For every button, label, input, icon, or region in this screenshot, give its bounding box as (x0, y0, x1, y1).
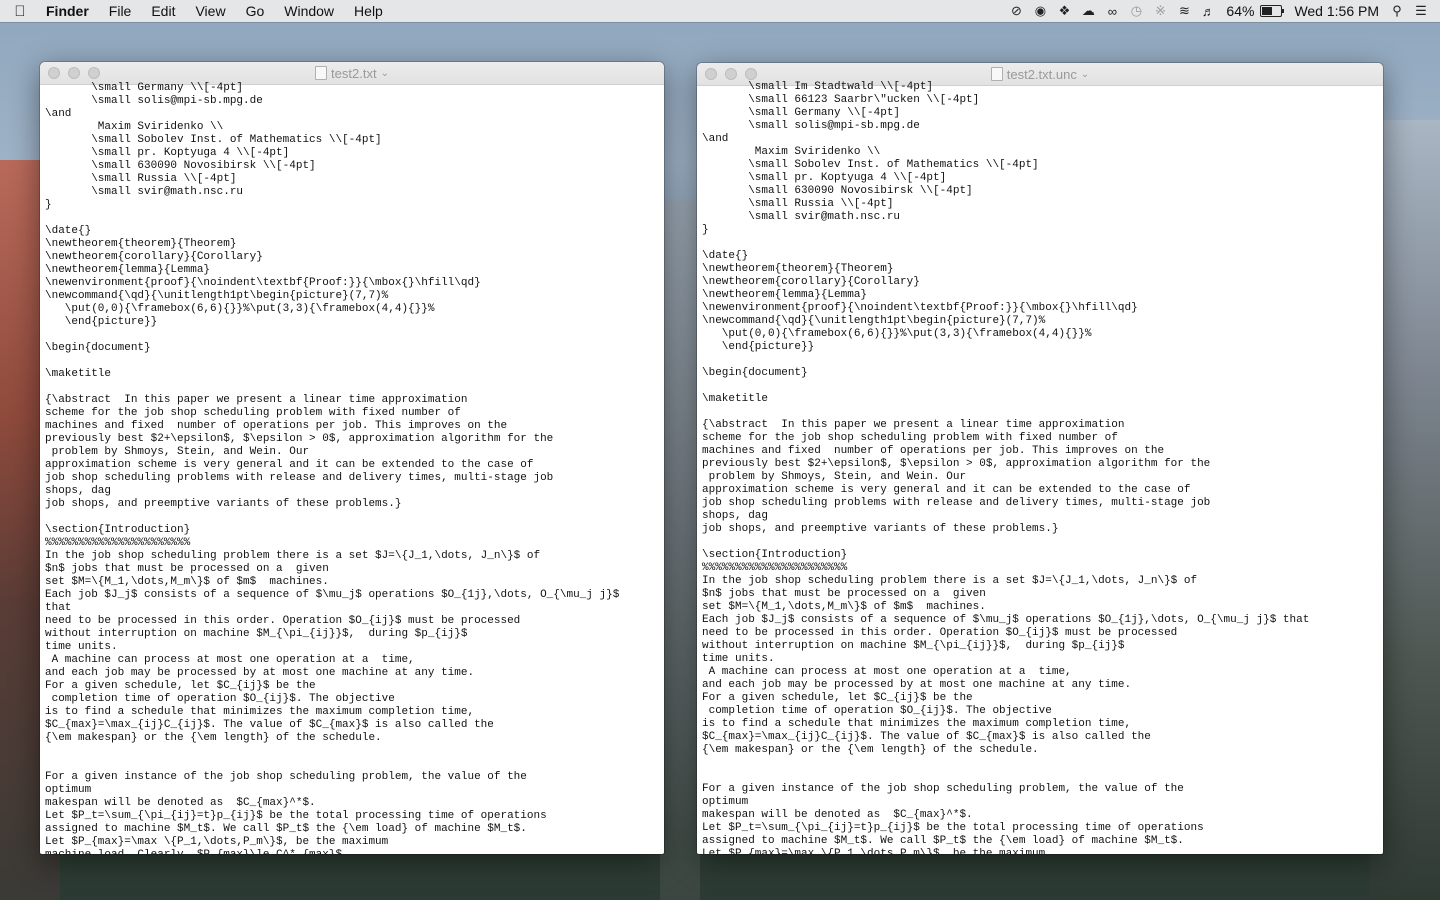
dropbox-icon[interactable]: ❖ (1053, 0, 1075, 22)
bluetooth-icon[interactable]: ※ (1149, 0, 1171, 22)
close-button[interactable] (48, 67, 60, 79)
menu-go[interactable]: Go (236, 0, 275, 22)
glasses-icon[interactable]: ∞ (1101, 0, 1123, 22)
chevron-down-icon: ⌄ (380, 67, 389, 79)
apple-menu-icon[interactable]:  (0, 3, 40, 20)
wallpaper-middle (660, 200, 700, 900)
zoom-button[interactable] (88, 67, 100, 79)
menu-window[interactable]: Window (274, 0, 344, 22)
status-area: ⊘ ◉ ❖ ☁ ∞ ◷ ※ ≋ ♬ 64% Wed 1:56 PM ⚲ ☰ (1004, 0, 1440, 22)
window-title[interactable]: test2.txt ⌄ (315, 66, 389, 81)
menu-file[interactable]: File (99, 0, 142, 22)
window-title-text: test2.txt (331, 65, 377, 81)
zoom-button[interactable] (745, 68, 757, 80)
text-area[interactable]: \small Im Stadtwald \\[-4pt] \small 6612… (697, 81, 1383, 854)
window-title-text: test2.txt.unc (1006, 66, 1077, 82)
window-controls (705, 68, 757, 80)
battery-icon[interactable] (1260, 5, 1285, 17)
document-icon (990, 67, 1003, 81)
wifi-icon[interactable]: ≋ (1173, 0, 1195, 22)
chevron-down-icon: ⌄ (1080, 68, 1090, 80)
clock[interactable]: Wed 1:56 PM (1288, 3, 1385, 19)
menu-view[interactable]: View (185, 0, 235, 22)
close-button[interactable] (705, 68, 717, 80)
app-circle-icon[interactable]: ◉ (1029, 0, 1051, 22)
spotlight-search-icon[interactable]: ⚲ (1386, 0, 1408, 22)
volume-icon[interactable]: ♬ (1197, 0, 1219, 22)
battery-fill (1262, 7, 1273, 15)
textedit-window-right[interactable]: test2.txt.unc ⌄ \small Im Stadtwald \\[-… (697, 63, 1383, 854)
minimize-button[interactable] (68, 67, 80, 79)
window-controls (48, 67, 100, 79)
document-icon (315, 66, 328, 80)
menu-app-name[interactable]: Finder (40, 0, 99, 22)
do-not-disturb-icon[interactable]: ⊘ (1005, 0, 1027, 22)
menu-edit[interactable]: Edit (141, 0, 185, 22)
notification-center-icon[interactable]: ☰ (1410, 0, 1432, 22)
text-area[interactable]: \small Germany \\[-4pt] \small solis@mpi… (40, 82, 664, 854)
menu-help[interactable]: Help (344, 0, 393, 22)
document-text[interactable]: \small Im Stadtwald \\[-4pt] \small 6612… (702, 81, 1378, 854)
document-text[interactable]: \small Germany \\[-4pt] \small solis@mpi… (45, 82, 659, 854)
battery-percent[interactable]: 64% (1220, 3, 1260, 19)
textedit-window-left[interactable]: test2.txt ⌄ \small Germany \\[-4pt] \sma… (40, 62, 664, 854)
minimize-button[interactable] (725, 68, 737, 80)
menu-bar:  Finder File Edit View Go Window Help ⊘… (0, 0, 1440, 22)
window-title[interactable]: test2.txt.unc ⌄ (990, 66, 1090, 82)
cloud-icon[interactable]: ☁ (1077, 0, 1099, 22)
time-machine-icon[interactable]: ◷ (1125, 0, 1147, 22)
